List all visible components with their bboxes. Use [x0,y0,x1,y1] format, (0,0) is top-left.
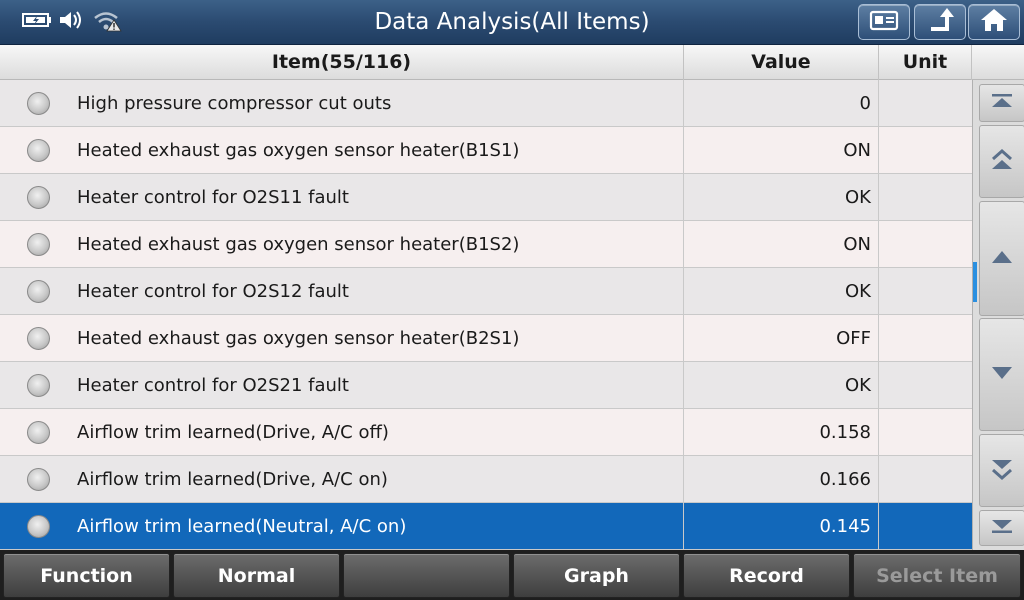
select-radio[interactable] [27,92,50,115]
unit-cell [879,362,972,409]
scroll-up-button[interactable] [979,201,1024,316]
column-header-value: Value [684,45,879,80]
value-cell: 0 [684,80,879,127]
graph-button[interactable]: Graph [513,553,680,598]
unit-cell [879,268,972,315]
value-cell: OK [684,362,879,409]
column-header-spacer [972,45,1024,80]
value-cell: ON [684,127,879,174]
value-cell: ON [684,221,879,268]
home-button[interactable] [968,4,1020,40]
table-row[interactable]: Heater control for O2S21 fault OK [0,362,972,409]
table-row[interactable]: Heated exhaust gas oxygen sensor heater(… [0,315,972,362]
page-up-button[interactable] [979,125,1024,198]
unit-cell [879,174,972,221]
unit-cell [879,503,972,550]
unit-cell [879,456,972,503]
title-bar: Data Analysis(All Items) [0,0,1024,45]
table-row[interactable]: Heater control for O2S12 fault OK [0,268,972,315]
item-cell: Heater control for O2S11 fault [0,174,684,221]
normal-button[interactable]: Normal [173,553,340,598]
select-radio[interactable] [27,233,50,256]
table-row[interactable]: High pressure compressor cut outs 0 [0,80,972,127]
scroll-thumb[interactable] [973,262,977,302]
select-radio[interactable] [27,421,50,444]
column-header-unit: Unit [879,45,972,80]
unit-cell [879,80,972,127]
item-label: Airflow trim learned(Drive, A/C off) [77,422,389,443]
column-header-item: Item(55/116) [0,45,684,80]
item-cell: Heated exhaust gas oxygen sensor heater(… [0,315,684,362]
select-radio[interactable] [27,327,50,350]
table-row[interactable]: Heater control for O2S11 fault OK [0,174,972,221]
value-cell: OK [684,174,879,221]
table-row-selected[interactable]: Airflow trim learned(Neutral, A/C on) 0.… [0,503,972,550]
item-cell: Airflow trim learned(Drive, A/C off) [0,409,684,456]
unit-cell [879,315,972,362]
select-radio[interactable] [27,139,50,162]
select-radio[interactable] [27,186,50,209]
item-cell: High pressure compressor cut outs [0,80,684,127]
select-radio[interactable] [27,468,50,491]
table-header: Item(55/116) Value Unit [0,45,1024,80]
item-label: Heater control for O2S11 fault [77,187,349,208]
back-icon [925,7,955,37]
scrollbar[interactable] [972,80,1024,550]
item-cell: Heated exhaust gas oxygen sensor heater(… [0,127,684,174]
scroll-up-icon [990,249,1014,269]
scroll-down-button[interactable] [979,318,1024,431]
scroll-bottom-button[interactable] [979,510,1024,546]
screenshot-icon [869,8,899,36]
page-down-button[interactable] [979,434,1024,507]
page-down-icon [990,456,1014,486]
select-radio[interactable] [27,515,50,538]
table-row[interactable]: Heated exhaust gas oxygen sensor heater(… [0,127,972,174]
select-item-button[interactable]: Select Item [853,553,1021,598]
screenshot-button[interactable] [858,4,910,40]
function-button[interactable]: Function [3,553,170,598]
item-cell: Airflow trim learned(Drive, A/C on) [0,456,684,503]
item-label: Heated exhaust gas oxygen sensor heater(… [77,234,520,255]
item-label: Airflow trim learned(Drive, A/C on) [77,469,388,490]
item-cell: Airflow trim learned(Neutral, A/C on) [0,503,684,550]
value-cell: OFF [684,315,879,362]
data-list: High pressure compressor cut outs 0 Heat… [0,80,972,550]
scroll-top-button[interactable] [979,84,1024,122]
unit-cell [879,127,972,174]
item-cell: Heated exhaust gas oxygen sensor heater(… [0,221,684,268]
item-label: Heated exhaust gas oxygen sensor heater(… [77,328,520,349]
scroll-top-icon [990,93,1014,113]
item-label: Heated exhaust gas oxygen sensor heater(… [77,140,520,161]
blank-button[interactable] [343,553,510,598]
item-label: Airflow trim learned(Neutral, A/C on) [77,516,407,537]
value-cell: 0.158 [684,409,879,456]
select-radio[interactable] [27,280,50,303]
item-cell: Heater control for O2S12 fault [0,268,684,315]
scroll-bottom-icon [990,518,1014,538]
table-row[interactable]: Airflow trim learned(Drive, A/C off) 0.1… [0,409,972,456]
home-icon [980,7,1008,37]
item-label: High pressure compressor cut outs [77,93,392,114]
value-cell: OK [684,268,879,315]
value-cell: 0.145 [684,503,879,550]
item-cell: Heater control for O2S21 fault [0,362,684,409]
item-label: Heater control for O2S12 fault [77,281,349,302]
scroll-down-icon [990,365,1014,385]
table-row[interactable]: Heated exhaust gas oxygen sensor heater(… [0,221,972,268]
record-button[interactable]: Record [683,553,850,598]
unit-cell [879,409,972,456]
select-radio[interactable] [27,374,50,397]
unit-cell [879,221,972,268]
back-button[interactable] [914,4,966,40]
table-row[interactable]: Airflow trim learned(Drive, A/C on) 0.16… [0,456,972,503]
page-up-icon [990,147,1014,177]
bottom-toolbar: Function Normal Graph Record Select Item [0,550,1024,600]
item-label: Heater control for O2S21 fault [77,375,349,396]
value-cell: 0.166 [684,456,879,503]
